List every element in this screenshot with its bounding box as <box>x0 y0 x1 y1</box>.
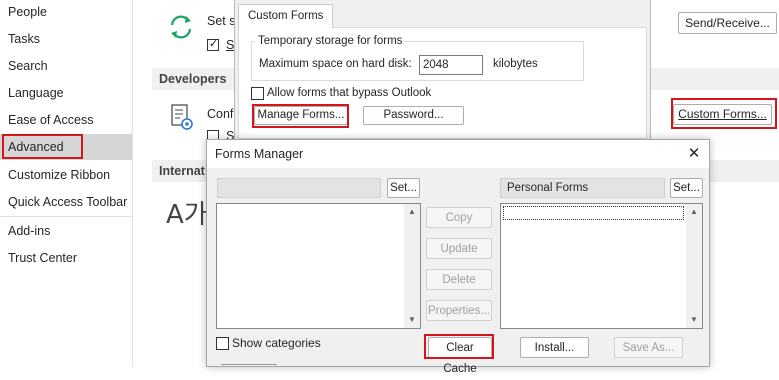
developer-settings-icon <box>170 103 196 133</box>
sync-text: Set s <box>207 14 236 28</box>
forms-manager-titlebar: Forms Manager <box>207 140 709 168</box>
personal-forms-header: Personal Forms <box>500 178 665 198</box>
developers-text: Conf <box>207 107 234 121</box>
allow-bypass-label: Allow forms that bypass Outlook <box>267 87 432 99</box>
sync-icon <box>166 12 196 42</box>
nav-item-search[interactable]: Search <box>0 53 132 79</box>
left-forms-list[interactable]: ▲ ▼ <box>216 203 421 329</box>
nav-item-quick-access-toolbar[interactable]: Quick Access Toolbar <box>0 189 132 215</box>
personal-forms-list[interactable]: ▲ ▼ <box>500 203 703 329</box>
save-as-button[interactable]: Save As... <box>614 337 683 358</box>
storage-group-title: Temporary storage for forms <box>255 35 406 47</box>
custom-forms-button[interactable]: Custom Forms... <box>673 104 772 125</box>
delete-button[interactable]: Delete <box>426 269 492 290</box>
install-button[interactable]: Install... <box>520 337 589 358</box>
list-focus-row <box>503 206 684 220</box>
send-receive-button[interactable]: Send/Receive... <box>678 12 777 34</box>
nav-item-tasks[interactable]: Tasks <box>0 26 132 52</box>
nav-item-trust-center[interactable]: Trust Center <box>0 245 132 271</box>
kilobytes-label: kilobytes <box>493 58 538 70</box>
update-button[interactable]: Update <box>426 238 492 259</box>
scroll-up-icon[interactable]: ▲ <box>404 204 420 220</box>
copy-button[interactable]: Copy <box>426 207 492 228</box>
allow-bypass-checkbox[interactable] <box>251 87 264 100</box>
nav-item-ease-of-access[interactable]: Ease of Access <box>0 107 132 133</box>
manage-forms-button[interactable]: Manage Forms... <box>254 106 348 125</box>
forms-manager-dialog: Forms Manager ✕ Set... ▲ ▼ Copy Update D… <box>206 139 710 375</box>
cut-off-label <box>221 364 277 368</box>
sync-checkbox[interactable] <box>207 37 219 51</box>
nav-item-people[interactable]: People <box>0 0 132 25</box>
max-space-input[interactable]: 2048 <box>419 55 483 75</box>
max-space-label: Maximum space on hard disk: <box>259 58 412 70</box>
nav-item-advanced[interactable]: Advanced <box>0 134 132 160</box>
right-set-button[interactable]: Set... <box>670 178 703 198</box>
custom-forms-dialog: Custom Forms Temporary storage for forms… <box>234 0 651 140</box>
forms-manager-title: Forms Manager <box>215 147 304 161</box>
language-glyph-icon: A가 <box>166 200 208 230</box>
left-list-scrollbar[interactable]: ▲ ▼ <box>404 204 420 328</box>
close-icon[interactable]: ✕ <box>683 144 705 164</box>
left-forms-library-field <box>217 178 381 198</box>
nav-item-language[interactable]: Language <box>0 80 132 106</box>
custom-forms-button-label: Custom Forms... <box>678 107 767 121</box>
tab-custom-forms[interactable]: Custom Forms <box>238 4 334 28</box>
show-categories-checkbox[interactable] <box>216 337 229 350</box>
nav-item-add-ins[interactable]: Add-ins <box>0 218 132 244</box>
nav-divider <box>0 216 132 217</box>
scroll-up-icon[interactable]: ▲ <box>686 204 702 220</box>
clear-cache-button[interactable]: Clear Cache <box>428 337 492 375</box>
properties-button[interactable]: Properties... <box>426 300 492 321</box>
left-set-button[interactable]: Set... <box>387 178 420 198</box>
password-button[interactable]: Password... <box>363 106 464 125</box>
scroll-down-icon[interactable]: ▼ <box>686 312 702 328</box>
show-categories-label: Show categories <box>232 336 321 350</box>
right-list-scrollbar[interactable]: ▲ ▼ <box>686 204 702 328</box>
options-nav: People Tasks Search Language Ease of Acc… <box>0 0 133 367</box>
scroll-down-icon[interactable]: ▼ <box>404 312 420 328</box>
nav-item-customize-ribbon[interactable]: Customize Ribbon <box>0 162 132 188</box>
